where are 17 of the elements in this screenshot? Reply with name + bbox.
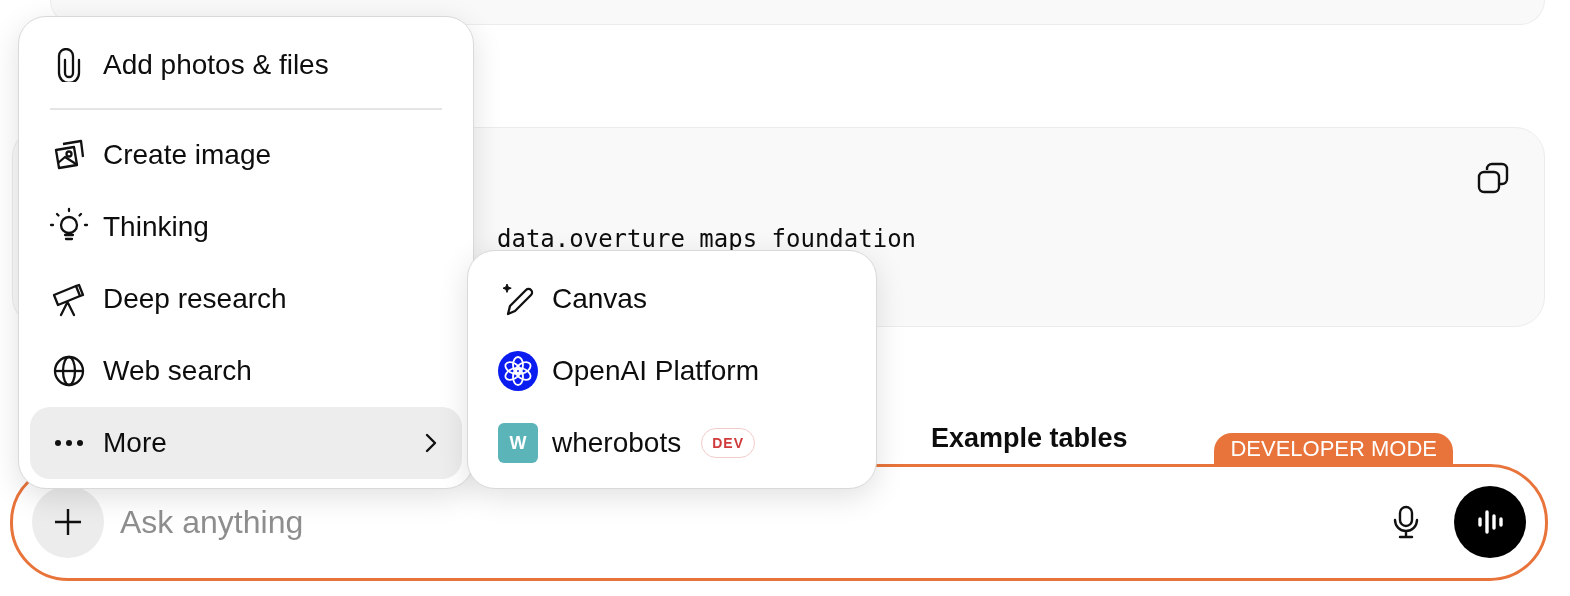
- menu-item[interactable]: More: [30, 407, 462, 479]
- menu-item[interactable]: Thinking: [30, 191, 462, 263]
- menu-item[interactable]: Canvas: [479, 263, 865, 335]
- menu-item[interactable]: OpenAI Platform: [479, 335, 865, 407]
- chevron-right-icon: [424, 432, 438, 454]
- code-text: data.overture maps foundation: [497, 225, 917, 253]
- copy-icon[interactable]: [1476, 161, 1510, 195]
- menu-item[interactable]: Web search: [30, 335, 462, 407]
- app-logo-icon: [498, 351, 538, 391]
- menu-item[interactable]: Add photos & files: [30, 29, 462, 101]
- app-logo: W: [498, 423, 538, 463]
- menu-item[interactable]: Create image: [30, 119, 462, 191]
- developer-mode-badge: DEVELOPER MODE: [1214, 433, 1453, 464]
- waveform-icon: [1475, 507, 1505, 537]
- menu-item[interactable]: Deep research: [30, 263, 462, 335]
- section-heading: Example tables: [931, 423, 1128, 453]
- microphone-icon[interactable]: [1393, 505, 1419, 539]
